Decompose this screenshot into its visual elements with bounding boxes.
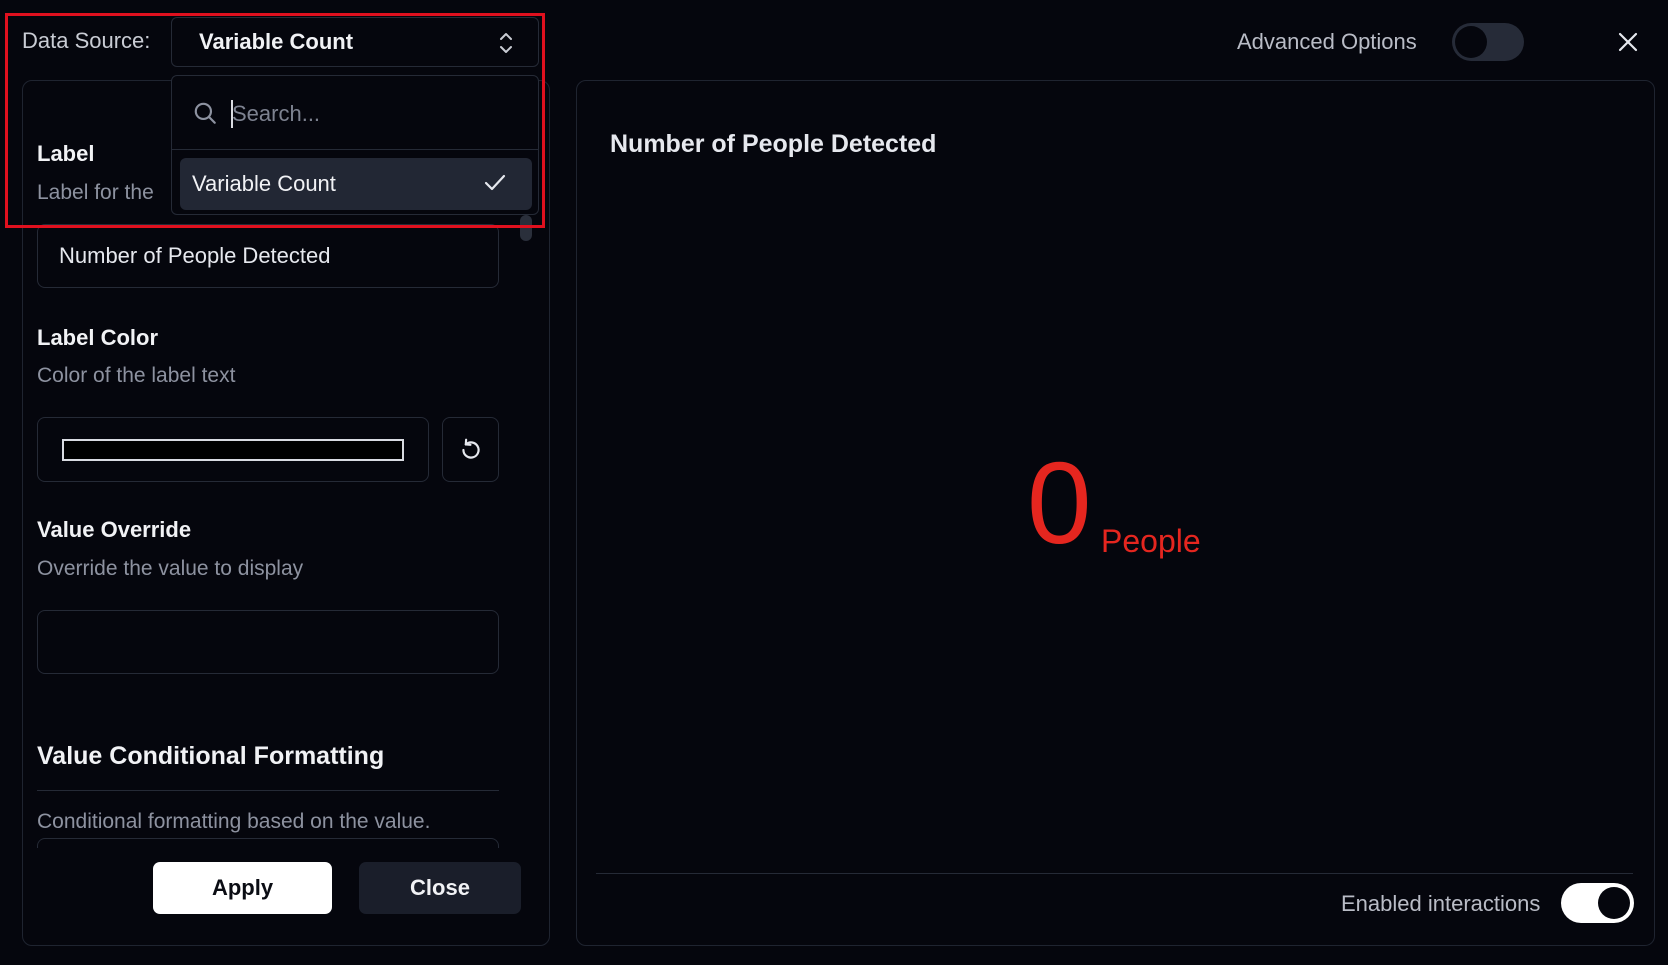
check-icon (484, 174, 506, 191)
preview-panel (576, 80, 1655, 946)
data-source-select[interactable]: Variable Count (171, 17, 539, 67)
conditional-formatting-title: Value Conditional Formatting (37, 742, 385, 770)
dropdown-search[interactable]: Search... (172, 76, 538, 150)
enabled-interactions-label: Enabled interactions (1341, 891, 1541, 916)
label-color-title: Label Color (37, 325, 159, 350)
apply-button[interactable]: Apply (153, 862, 332, 914)
dropdown-option-variable-count[interactable]: Variable Count (180, 158, 532, 210)
toggle-knob (1598, 887, 1630, 919)
chevron-up-down-icon (500, 33, 512, 53)
conditional-rules-box (37, 838, 499, 848)
conditional-formatting-description: Conditional formatting based on the valu… (37, 810, 431, 833)
reset-color-button[interactable] (442, 417, 499, 482)
advanced-options-label: Advanced Options (1237, 29, 1417, 54)
toggle-knob (1455, 26, 1487, 58)
label-color-picker[interactable] (37, 417, 429, 482)
preview-unit: People (1101, 523, 1201, 559)
advanced-options-toggle[interactable] (1452, 23, 1524, 61)
data-source-dropdown: Search... Variable Count (171, 75, 539, 215)
reset-icon (461, 438, 480, 459)
preview-title: Number of People Detected (610, 130, 937, 158)
preview-divider (596, 873, 1633, 874)
color-swatch (62, 439, 404, 461)
section-divider (37, 790, 499, 791)
widget-config-dialog: Data Source: Variable Count Advanced Opt… (0, 0, 1668, 965)
value-override-title: Value Override (37, 517, 192, 542)
scrollbar-thumb[interactable] (520, 215, 532, 241)
close-icon[interactable] (1616, 30, 1640, 54)
label-color-description: Color of the label text (37, 364, 236, 387)
close-button[interactable]: Close (359, 862, 521, 914)
value-override-input[interactable] (37, 610, 499, 674)
enabled-interactions-toggle[interactable] (1561, 883, 1634, 923)
data-source-label: Data Source: (22, 28, 151, 53)
search-placeholder: Search... (232, 101, 321, 126)
data-source-selected-value: Variable Count (199, 29, 354, 54)
dropdown-option-label: Variable Count (192, 171, 336, 196)
label-input-value: Number of People Detected (59, 243, 331, 268)
search-icon (194, 102, 216, 124)
preview-value: 0 (1027, 438, 1092, 568)
label-field-description: Label for the (37, 181, 154, 204)
value-override-description: Override the value to display (37, 557, 304, 580)
label-field-title: Label (37, 141, 95, 166)
label-input[interactable]: Number of People Detected (37, 224, 499, 288)
